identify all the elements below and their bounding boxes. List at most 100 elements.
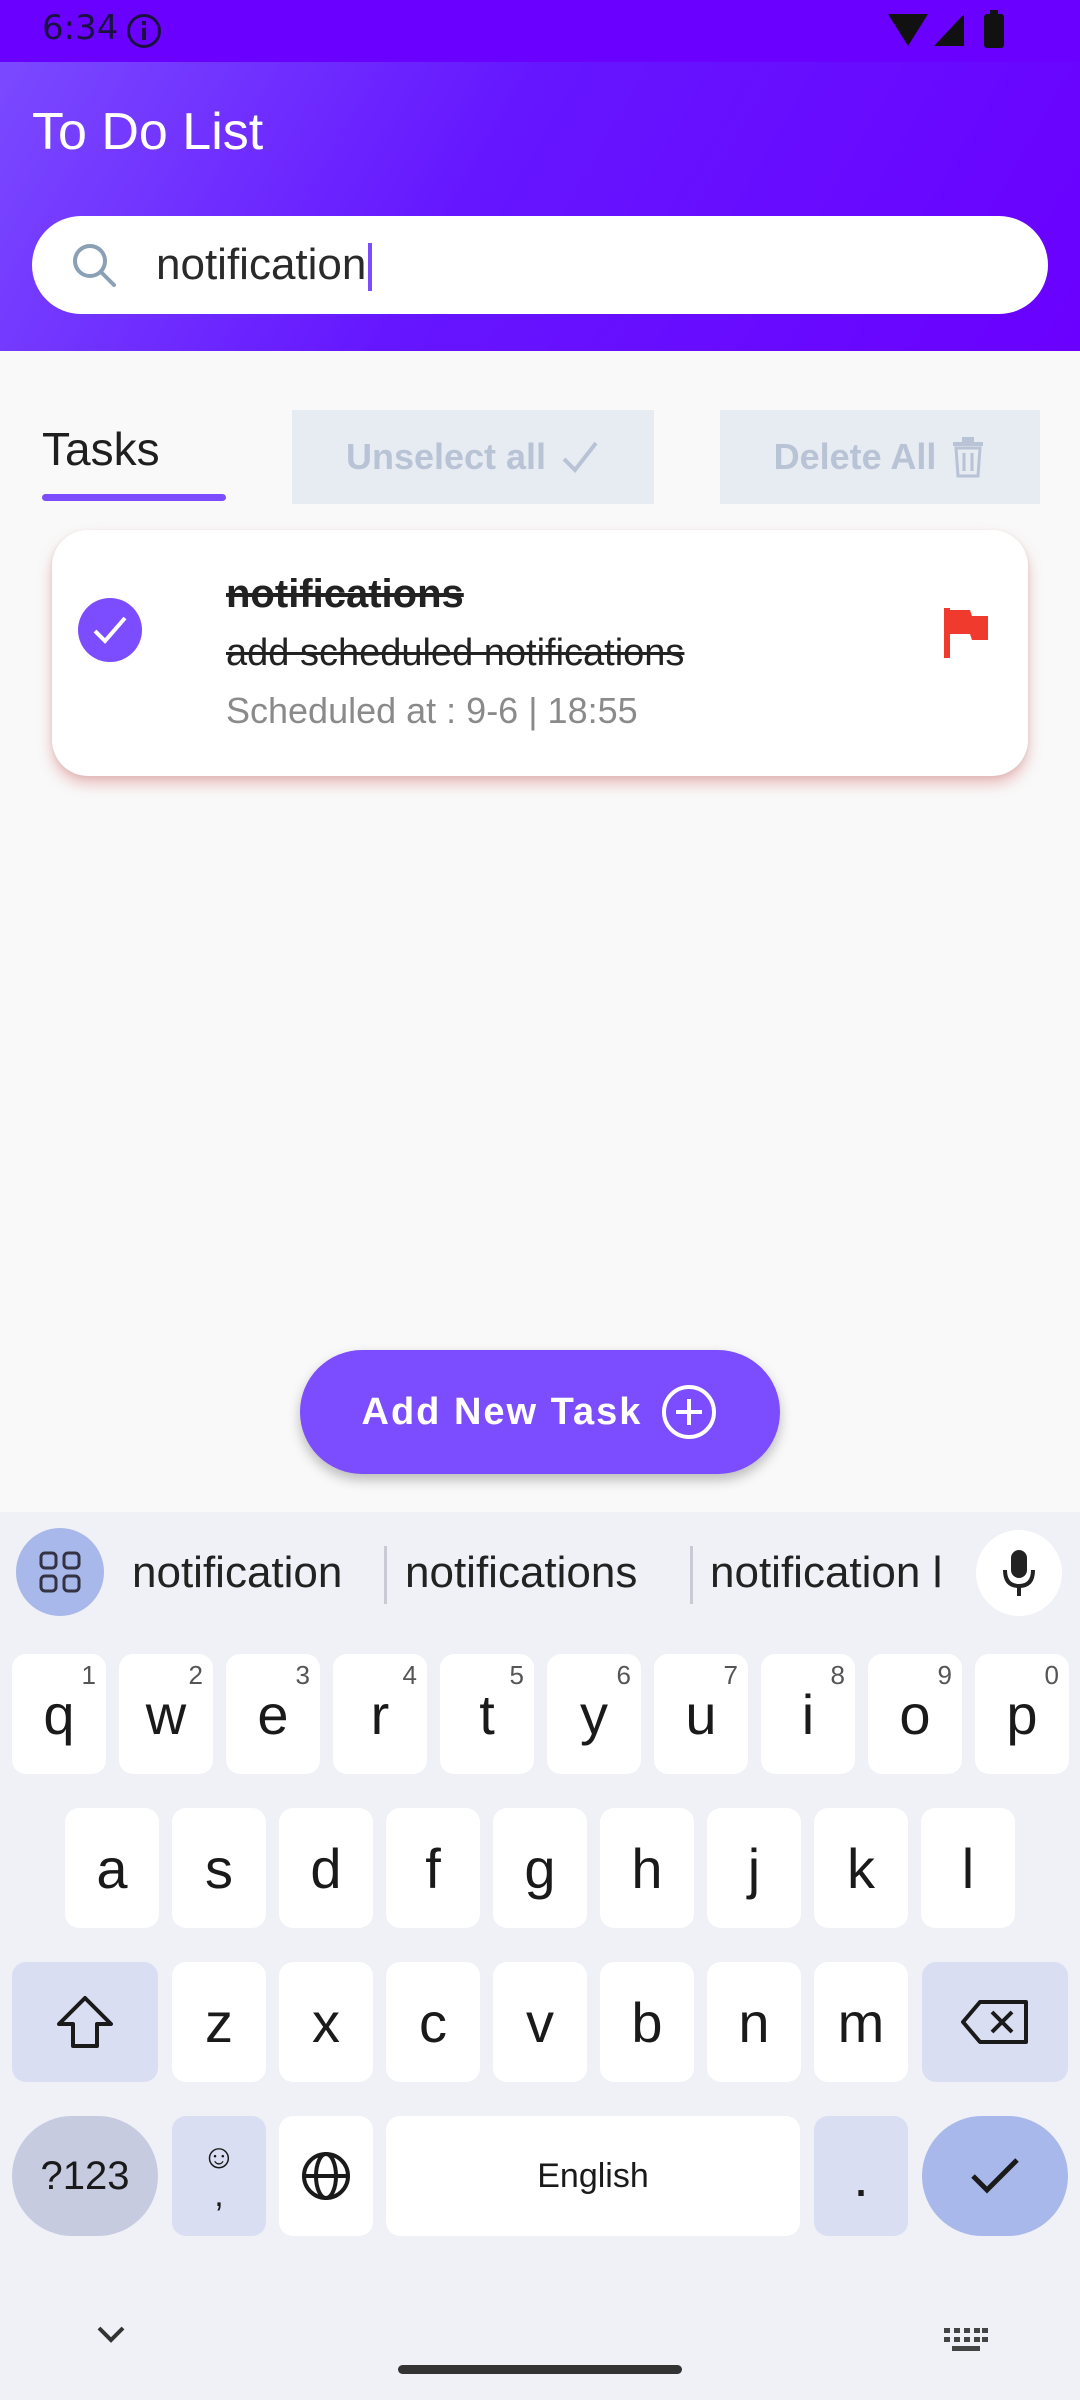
home-indicator[interactable] [398, 2365, 682, 2374]
tab-tasks[interactable]: Tasks [42, 422, 160, 476]
key-u[interactable]: u7 [654, 1654, 748, 1774]
suggestion-divider [690, 1546, 693, 1604]
key-hint: 3 [295, 1660, 310, 1690]
key-z[interactable]: z [172, 1962, 266, 2082]
emoji-icon: ☺ [201, 2138, 237, 2176]
suggestion-bar: notification notifications notification … [0, 1512, 1080, 1630]
key-w[interactable]: w2 [119, 1654, 213, 1774]
key-h[interactable]: h [600, 1808, 694, 1928]
shift-key[interactable] [12, 1962, 158, 2082]
grid-icon [39, 1551, 81, 1593]
task-checkbox[interactable] [78, 598, 142, 662]
key-hint: 1 [81, 1660, 96, 1690]
check-icon [562, 441, 598, 474]
done-key[interactable] [922, 2116, 1068, 2236]
key-p[interactable]: p0 [975, 1654, 1069, 1774]
key-c[interactable]: c [386, 1962, 480, 2082]
key-b[interactable]: b [600, 1962, 694, 2082]
add-new-task-label: Add New Task [361, 1390, 643, 1433]
key-label: i [801, 1682, 815, 1746]
key-d[interactable]: d [279, 1808, 373, 1928]
key-hint: 0 [1044, 1660, 1059, 1690]
key-label: y [580, 1682, 608, 1746]
key-g[interactable]: g [493, 1808, 587, 1928]
key-hint: 7 [723, 1660, 738, 1690]
suggestion-3[interactable]: notification l [710, 1548, 942, 1598]
status-bar: 6:34 [0, 0, 1080, 62]
symbols-key[interactable]: ?123 [12, 2116, 158, 2236]
key-t[interactable]: t5 [440, 1654, 534, 1774]
key-label: u [685, 1682, 717, 1746]
app-header: 6:34 To Do List notification [0, 0, 1080, 351]
unselect-all-button[interactable]: Unselect all [292, 410, 654, 504]
key-v[interactable]: v [493, 1962, 587, 2082]
check-icon [971, 2158, 1019, 2194]
key-m[interactable]: m [814, 1962, 908, 2082]
search-bar[interactable]: notification [32, 216, 1048, 314]
key-k[interactable]: k [814, 1808, 908, 1928]
tab-indicator [42, 494, 226, 501]
space-key[interactable]: English [386, 2116, 800, 2236]
key-label: w [145, 1682, 187, 1746]
delete-all-button[interactable]: Delete All [720, 410, 1040, 504]
key-a[interactable]: a [65, 1808, 159, 1928]
keyboard-menu-button[interactable] [16, 1528, 104, 1616]
task-card[interactable]: notifications add scheduled notification… [52, 530, 1028, 776]
suggestion-1[interactable]: notification [132, 1548, 342, 1598]
info-icon [127, 14, 161, 48]
battery-icon [984, 10, 1004, 48]
wifi-icon [888, 14, 928, 46]
suggestion-2[interactable]: notifications [405, 1548, 637, 1598]
voice-input-button[interactable] [976, 1530, 1062, 1616]
status-time: 6:34 [42, 8, 119, 48]
key-e[interactable]: e3 [226, 1654, 320, 1774]
shift-icon [57, 1996, 113, 2048]
backspace-key[interactable] [922, 1962, 1068, 2082]
key-y[interactable]: y6 [547, 1654, 641, 1774]
key-r[interactable]: r4 [333, 1654, 427, 1774]
emoji-comma-key[interactable]: ☺ , [172, 2116, 266, 2236]
soft-keyboard: notification notifications notification … [0, 1512, 1080, 2400]
key-l[interactable]: l [921, 1808, 1015, 1928]
page-title: To Do List [32, 103, 264, 161]
task-description: add scheduled notifications [226, 632, 685, 674]
search-icon[interactable] [70, 241, 118, 289]
suggestion-divider [384, 1546, 387, 1604]
mic-icon [1003, 1550, 1035, 1596]
add-new-task-button[interactable]: Add New Task [300, 1350, 780, 1474]
trash-icon [953, 437, 984, 478]
check-icon [93, 616, 127, 644]
delete-all-label: Delete All [773, 436, 937, 477]
key-label: o [899, 1682, 931, 1746]
task-schedule: Scheduled at : 9-6 | 18:55 [226, 690, 638, 731]
signal-icon [934, 14, 964, 46]
key-i[interactable]: i8 [761, 1654, 855, 1774]
chevron-down-icon[interactable] [96, 2324, 126, 2344]
key-label: q [43, 1682, 75, 1746]
text-caret [368, 243, 373, 292]
key-hint: 6 [616, 1660, 631, 1690]
key-q[interactable]: q1 [12, 1654, 106, 1774]
key-f[interactable]: f [386, 1808, 480, 1928]
key-hint: 8 [830, 1660, 845, 1690]
key-n[interactable]: n [707, 1962, 801, 2082]
unselect-all-label: Unselect all [345, 436, 547, 477]
key-label: r [370, 1682, 390, 1746]
search-input[interactable]: notification [156, 240, 1016, 292]
flag-icon[interactable] [942, 606, 990, 660]
comma-label: , [214, 2176, 224, 2214]
key-label: t [479, 1682, 495, 1746]
globe-icon [302, 2152, 350, 2200]
key-hint: 5 [509, 1660, 524, 1690]
keyboard-icon[interactable] [944, 2328, 988, 2352]
search-input-value: notification [156, 240, 367, 289]
key-label: e [257, 1682, 289, 1746]
key-j[interactable]: j [707, 1808, 801, 1928]
key-o[interactable]: o9 [868, 1654, 962, 1774]
language-key[interactable] [279, 2116, 373, 2236]
plus-circle-icon [662, 1385, 717, 1439]
key-hint: 9 [937, 1660, 952, 1690]
key-x[interactable]: x [279, 1962, 373, 2082]
key-s[interactable]: s [172, 1808, 266, 1928]
period-key[interactable]: . [814, 2116, 908, 2236]
